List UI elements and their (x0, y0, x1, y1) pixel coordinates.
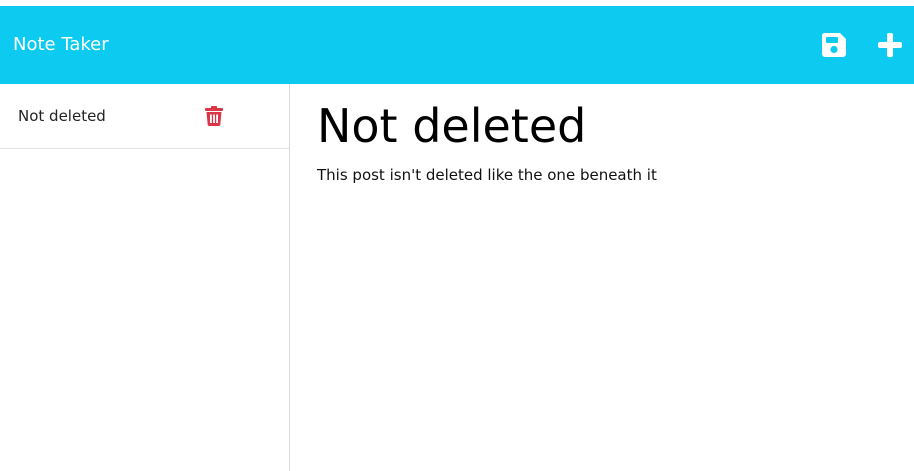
note-body[interactable]: This post isn't deleted like the one ben… (317, 164, 657, 186)
plus-icon[interactable] (877, 32, 903, 58)
note-item-label: Not deleted (18, 107, 106, 125)
save-icon[interactable] (821, 32, 847, 58)
trash-icon[interactable] (205, 106, 223, 126)
notes-sidebar: Not deleted (0, 84, 290, 471)
note-title[interactable]: Not deleted (317, 98, 586, 154)
app-title[interactable]: Note Taker (13, 6, 109, 84)
navbar: Note Taker (0, 6, 914, 84)
page: Note Taker Not deleted Not deleted This … (0, 0, 914, 471)
note-editor: Not deleted This post isn't deleted like… (290, 84, 914, 471)
list-item[interactable]: Not deleted (0, 84, 289, 149)
